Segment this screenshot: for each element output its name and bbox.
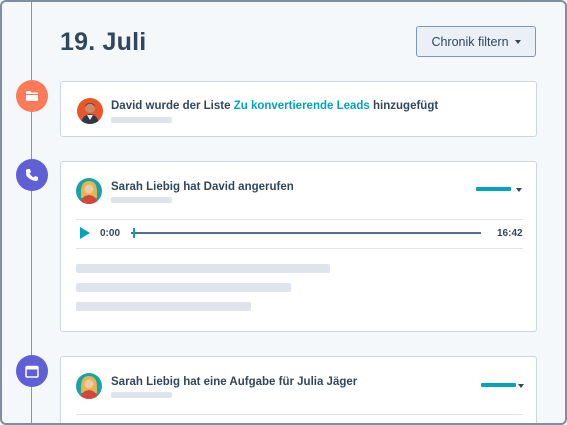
- list-link[interactable]: Zu konvertierende Leads: [234, 100, 370, 112]
- event-title: David wurde der Liste Zu konvertierende …: [111, 100, 438, 112]
- calendar-icon: [16, 355, 48, 387]
- status-indicator[interactable]: [481, 383, 516, 387]
- audio-scrubber[interactable]: [133, 228, 135, 238]
- divider: [76, 248, 523, 249]
- phone-icon: [16, 159, 48, 191]
- avatar-sarah: [76, 178, 102, 204]
- timestamp-placeholder: [111, 392, 172, 398]
- divider: [76, 414, 523, 415]
- chevron-down-icon[interactable]: [516, 188, 522, 192]
- folder-icon: [16, 80, 48, 112]
- event-title: Sarah Liebig hat David angerufen: [111, 181, 294, 193]
- chevron-down-icon: [514, 39, 521, 44]
- filter-timeline-label: Chronik filtern: [431, 34, 509, 49]
- event-card-task: Sarah Liebig hat eine Aufgabe für Julia …: [60, 356, 537, 423]
- filter-timeline-button[interactable]: Chronik filtern: [416, 26, 536, 57]
- event-card-list-added: David wurde der Liste Zu konvertierende …: [60, 81, 537, 137]
- divider: [76, 219, 523, 220]
- play-icon[interactable]: [80, 227, 90, 239]
- timestamp-placeholder: [111, 117, 172, 123]
- status-indicator[interactable]: [476, 187, 511, 191]
- content-placeholder: [76, 283, 291, 292]
- avatar-david: [77, 98, 103, 124]
- content-placeholder: [76, 264, 330, 273]
- audio-current-time: 0:00: [100, 228, 121, 239]
- chevron-down-icon[interactable]: [518, 384, 524, 388]
- audio-track[interactable]: [131, 232, 481, 234]
- timeline-panel: 19. Juli Chronik filtern David wurde der…: [0, 0, 567, 425]
- event-title: Sarah Liebig hat eine Aufgabe für Julia …: [111, 376, 358, 388]
- avatar-sarah: [76, 373, 102, 399]
- event-text-before: David wurde der Liste: [111, 100, 234, 112]
- timestamp-placeholder: [111, 197, 172, 203]
- event-card-call: Sarah Liebig hat David angerufen 0:00 16…: [60, 161, 537, 332]
- audio-duration: 16:42: [497, 228, 523, 239]
- date-heading: 19. Juli: [60, 28, 147, 56]
- event-text-after: hinzugefügt: [369, 100, 439, 112]
- content-placeholder: [76, 302, 251, 311]
